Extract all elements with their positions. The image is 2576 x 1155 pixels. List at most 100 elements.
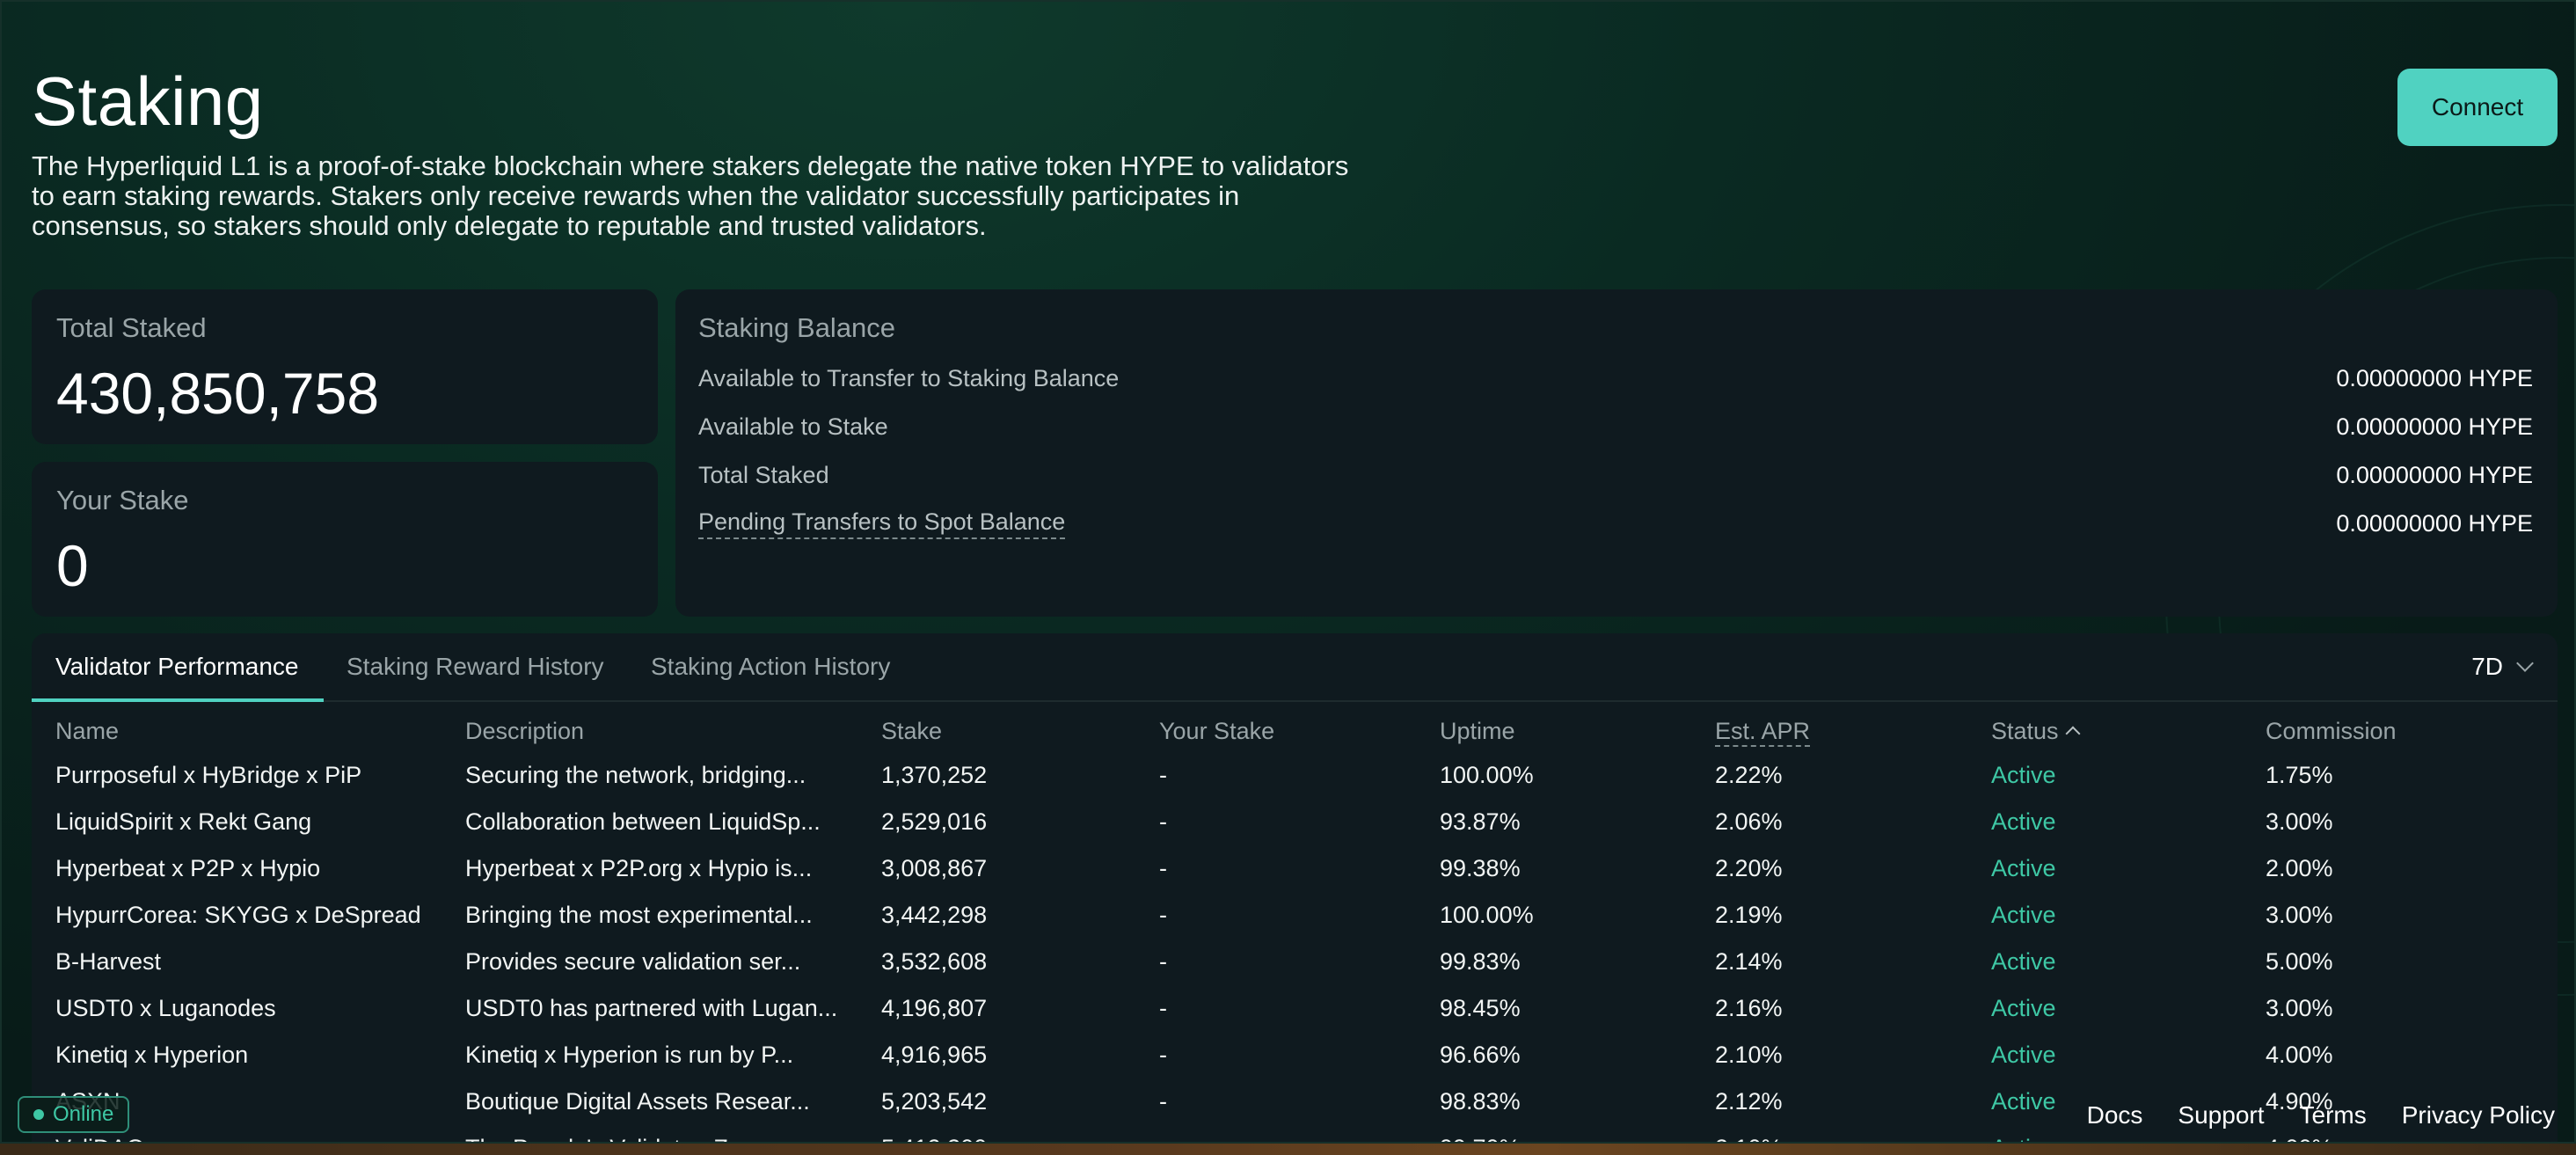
status-dot-icon — [33, 1109, 44, 1120]
tab-staking-action-history[interactable]: Staking Action History — [651, 653, 890, 681]
table-row[interactable]: HypurrCorea: SKYGG x DeSpread Bringing th… — [32, 902, 2558, 948]
cell-commission: 1.75% — [2266, 762, 2333, 788]
cell-apr: 2.22% — [1715, 762, 1783, 788]
staking-balance-title: Staking Balance — [698, 312, 896, 343]
tab-staking-reward-history[interactable]: Staking Reward History — [347, 653, 604, 681]
cell-description: Boutique Digital Assets Resear... — [465, 1088, 810, 1115]
cell-commission: 2.00% — [2266, 855, 2333, 881]
cell-name: LiquidSpirit x Rekt Gang — [55, 808, 312, 835]
footer-link-terms[interactable]: Terms — [2300, 1101, 2367, 1129]
total-staked-label: Total Staked — [56, 312, 207, 343]
cell-status: Active — [1991, 855, 2056, 881]
balance-row: Total Staked 0.00000000 HYPE — [698, 460, 2533, 490]
cell-uptime: 98.45% — [1440, 995, 1521, 1021]
balance-row-label: Available to Transfer to Staking Balance — [698, 364, 1120, 391]
balance-row: Available to Stake 0.00000000 HYPE — [698, 412, 2533, 442]
time-range-select[interactable]: 7D — [2471, 653, 2534, 681]
col-header-name[interactable]: Name — [55, 718, 119, 745]
cell-commission: 5.00% — [2266, 948, 2333, 975]
total-staked-card: Total Staked 430,850,758 — [32, 289, 658, 444]
cell-status: Active — [1991, 762, 2056, 788]
cell-uptime: 93.87% — [1440, 808, 1521, 835]
balance-row-value: 0.00000000 HYPE — [2336, 509, 2533, 537]
col-header-status-label: Status — [1991, 718, 2059, 744]
footer-link-privacy-policy[interactable]: Privacy Policy — [2402, 1101, 2555, 1129]
cell-your-stake: - — [1159, 855, 1167, 881]
col-header-est-apr[interactable]: Est. APR — [1715, 718, 1811, 747]
footer-link-support[interactable]: Support — [2178, 1101, 2264, 1129]
cell-uptime: 99.38% — [1440, 855, 1521, 881]
your-stake-value: 0 — [56, 533, 89, 598]
cell-stake: 3,442,298 — [881, 902, 988, 928]
cell-your-stake: - — [1159, 1088, 1167, 1115]
cell-status: Active — [1991, 902, 2056, 928]
cell-uptime: 100.00% — [1440, 902, 1534, 928]
sort-ascending-icon — [2065, 726, 2081, 742]
balance-row: Available to Transfer to Staking Balance… — [698, 363, 2533, 393]
cell-description: Provides secure validation ser... — [465, 948, 801, 975]
balance-row-label: Available to Stake — [698, 413, 888, 440]
connection-status-label: Online — [53, 1102, 114, 1126]
cell-name: Purrposeful x HyBridge x PiP — [55, 762, 362, 788]
cell-stake: 4,916,965 — [881, 1042, 988, 1068]
table-row[interactable]: B-Harvest Provides secure validation ser.… — [32, 948, 2558, 995]
table-row[interactable]: ValiDAO The People's Validator. Zero c...… — [32, 1135, 2558, 1142]
cell-apr: 2.06% — [1715, 808, 1783, 835]
your-stake-label: Your Stake — [56, 485, 189, 515]
cell-name: Kinetiq x Hyperion — [55, 1042, 249, 1068]
table-row[interactable]: LiquidSpirit x Rekt Gang Collaboration be… — [32, 808, 2558, 855]
cell-status: Active — [1991, 808, 2056, 835]
col-header-your-stake[interactable]: Your Stake — [1159, 718, 1274, 745]
tab-validator-performance[interactable]: Validator Performance — [55, 653, 299, 681]
footer-link-docs[interactable]: Docs — [2087, 1101, 2143, 1129]
col-header-commission[interactable]: Commission — [2266, 718, 2397, 745]
cell-apr: 2.12% — [1715, 1088, 1783, 1115]
cell-name: Hyperbeat x P2P x Hypio — [55, 855, 321, 881]
col-header-status[interactable]: Status — [1991, 718, 2081, 745]
tab-bar: Validator Performance Staking Reward His… — [32, 633, 2558, 702]
cell-status: Active — [1991, 1135, 2056, 1142]
cell-status: Active — [1991, 995, 2056, 1021]
cell-your-stake: - — [1159, 808, 1167, 835]
cell-stake: 1,370,252 — [881, 762, 988, 788]
cell-uptime: 99.83% — [1440, 948, 1521, 975]
cell-your-stake: - — [1159, 995, 1167, 1021]
cell-apr: 2.14% — [1715, 948, 1783, 975]
table-row[interactable]: Hyperbeat x P2P x Hypio Hyperbeat x P2P.o… — [32, 855, 2558, 902]
cell-your-stake: - — [1159, 902, 1167, 928]
table-row[interactable]: USDT0 x Luganodes USDT0 has partnered wit… — [32, 995, 2558, 1042]
col-header-stake[interactable]: Stake — [881, 718, 942, 745]
validator-table-card: Validator Performance Staking Reward His… — [32, 633, 2558, 1142]
time-range-value: 7D — [2471, 653, 2503, 680]
col-header-description[interactable]: Description — [465, 718, 584, 745]
balance-row-label: Total Staked — [698, 461, 829, 488]
cell-apr: 2.16% — [1715, 995, 1783, 1021]
cell-description: Collaboration between LiquidSp... — [465, 808, 821, 835]
cell-description: USDT0 has partnered with Lugan... — [465, 995, 838, 1021]
cell-your-stake: - — [1159, 948, 1167, 975]
cell-your-stake: - — [1159, 762, 1167, 788]
active-tab-indicator — [32, 698, 324, 702]
cell-uptime: 99.70% — [1440, 1135, 1521, 1142]
table-row[interactable]: Purrposeful x HyBridge x PiP Securing the… — [32, 762, 2558, 808]
balance-row-value: 0.00000000 HYPE — [2336, 461, 2533, 488]
cell-commission: 4.00% — [2266, 1042, 2333, 1068]
pending-transfers-link[interactable]: Pending Transfers to Spot Balance — [698, 508, 1066, 539]
col-header-uptime[interactable]: Uptime — [1440, 718, 1515, 745]
chevron-down-icon — [2516, 654, 2534, 672]
cell-your-stake: - — [1159, 1135, 1167, 1142]
cell-commission: 4.00% — [2266, 1135, 2333, 1142]
cell-status: Active — [1991, 1042, 2056, 1068]
cell-name: HypurrCorea: SKYGG x DeSpread — [55, 902, 421, 928]
cell-name: USDT0 x Luganodes — [55, 995, 276, 1021]
cell-status: Active — [1991, 1088, 2056, 1115]
staking-balance-card: Staking Balance Available to Transfer to… — [675, 289, 2558, 617]
table-row[interactable]: Kinetiq x Hyperion Kinetiq x Hyperion is … — [32, 1042, 2558, 1088]
cell-description: Kinetiq x Hyperion is run by P... — [465, 1042, 794, 1068]
cell-apr: 2.19% — [1715, 902, 1783, 928]
cell-your-stake: - — [1159, 1042, 1167, 1068]
balance-row-value: 0.00000000 HYPE — [2336, 364, 2533, 391]
balance-row: Pending Transfers to Spot Balance 0.0000… — [698, 508, 2533, 539]
connect-button[interactable]: Connect — [2397, 69, 2558, 146]
connection-status-badge: Online — [18, 1096, 130, 1133]
